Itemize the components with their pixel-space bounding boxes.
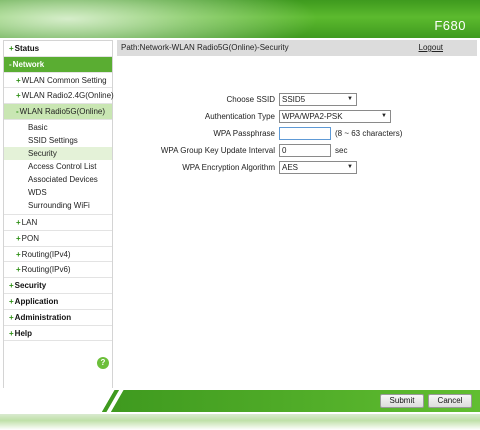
submenu-security[interactable]: Security xyxy=(4,146,112,160)
logout-link[interactable]: Logout xyxy=(419,40,443,56)
menu-help[interactable]: +Help xyxy=(4,326,112,342)
submenu-ssid-settings[interactable]: SSID Settings xyxy=(4,134,112,147)
submenu-access-control-list[interactable]: Access Control List xyxy=(4,160,112,173)
rekey-row: WPA Group Key Update Interval 0 sec xyxy=(117,143,477,159)
menu-security[interactable]: +Security xyxy=(4,278,112,294)
menu-label: WLAN Radio5G(Online) xyxy=(19,107,106,117)
menu-label: Application xyxy=(14,296,59,306)
menu-pon[interactable]: +PON xyxy=(4,231,112,247)
rekey-label: WPA Group Key Update Interval xyxy=(160,146,275,155)
content-panel: Path:Network-WLAN Radio5G(Online)-Securi… xyxy=(117,40,477,390)
menu-wlan-radio-5g[interactable]: -WLAN Radio5G(Online) xyxy=(4,104,112,120)
chevron-down-icon: ▼ xyxy=(347,164,353,170)
menu-label: Routing(IPv6) xyxy=(21,265,71,275)
passphrase-row: WPA Passphrase (8 ~ 63 characters) xyxy=(117,126,477,142)
menu-status[interactable]: +Status xyxy=(4,41,112,57)
menu-label: WLAN Radio2.4G(Online) xyxy=(21,91,114,101)
submenu-basic[interactable]: Basic xyxy=(4,121,112,134)
auth-value: WPA/WPA2-PSK xyxy=(282,112,343,121)
footer-bottom xyxy=(0,414,480,430)
expand-icon: + xyxy=(16,233,21,243)
ssid-label: Choose SSID xyxy=(226,95,275,104)
submenu-surrounding-wifi[interactable]: Surrounding WiFi xyxy=(4,199,112,212)
footer-stripe xyxy=(98,388,132,414)
menu-label: Security xyxy=(14,281,47,291)
menu-routing-ipv4[interactable]: +Routing(IPv4) xyxy=(4,247,112,263)
expand-icon: + xyxy=(16,217,21,227)
encryption-select[interactable]: AES ▼ xyxy=(279,161,357,174)
chevron-down-icon: ▼ xyxy=(381,113,387,119)
device-model: F680 xyxy=(434,18,466,33)
radio5g-submenu: Basic SSID Settings Security Access Cont… xyxy=(4,120,112,215)
passphrase-label: WPA Passphrase xyxy=(213,129,275,138)
expand-icon: + xyxy=(9,44,14,53)
rekey-interval-input[interactable]: 0 xyxy=(279,144,331,157)
footer-band xyxy=(115,390,480,412)
menu-label: Status xyxy=(14,44,40,53)
breadcrumb: Path:Network-WLAN Radio5G(Online)-Securi… xyxy=(117,40,477,56)
submenu-wds[interactable]: WDS xyxy=(4,186,112,199)
passphrase-input[interactable] xyxy=(279,127,331,140)
submit-button[interactable]: Submit xyxy=(380,394,424,408)
menu-label: Help xyxy=(14,328,33,338)
banner-swoosh xyxy=(0,0,320,38)
menu-administration[interactable]: +Administration xyxy=(4,310,112,326)
menu-label: LAN xyxy=(21,217,38,227)
encryption-label: WPA Encryption Algorithm xyxy=(182,163,275,172)
rekey-unit: sec xyxy=(335,146,348,155)
expand-icon: + xyxy=(16,265,21,275)
ssid-select[interactable]: SSID5 ▼ xyxy=(279,93,357,106)
expand-icon: + xyxy=(9,328,14,338)
expand-icon: + xyxy=(9,312,14,322)
menu-label: Administration xyxy=(14,312,72,322)
expand-icon: + xyxy=(16,249,21,259)
breadcrumb-path: Path:Network-WLAN Radio5G(Online)-Securi… xyxy=(121,43,289,52)
ssid-row: Choose SSID SSID5 ▼ xyxy=(117,92,477,108)
ssid-value: SSID5 xyxy=(282,95,306,104)
menu-application[interactable]: +Application xyxy=(4,294,112,310)
help-icon[interactable]: ? xyxy=(97,357,109,369)
sidebar-menu: +Status -Network +WLAN Common Setting +W… xyxy=(3,40,114,390)
expand-icon: + xyxy=(9,296,14,306)
menu-label: PON xyxy=(21,233,40,243)
menu-network[interactable]: -Network xyxy=(4,56,112,73)
auth-label: Authentication Type xyxy=(204,112,275,121)
collapse-icon: - xyxy=(9,59,12,69)
menu-wlan-common-setting[interactable]: +WLAN Common Setting xyxy=(4,73,112,89)
menu-routing-ipv6[interactable]: +Routing(IPv6) xyxy=(4,262,112,279)
expand-icon: + xyxy=(9,281,14,291)
top-banner: F680 xyxy=(0,0,480,38)
menu-label: WLAN Common Setting xyxy=(21,75,107,85)
rekey-value: 0 xyxy=(282,146,287,155)
passphrase-hint: (8 ~ 63 characters) xyxy=(335,129,403,138)
menu-wlan-radio-2-4g[interactable]: +WLAN Radio2.4G(Online) xyxy=(4,88,114,105)
menu-label: Routing(IPv4) xyxy=(21,249,71,259)
encryption-value: AES xyxy=(282,163,299,172)
submenu-associated-devices[interactable]: Associated Devices xyxy=(4,173,112,186)
footer-bar: Submit Cancel xyxy=(0,388,480,430)
security-form: Choose SSID SSID5 ▼ Authentication Type … xyxy=(117,92,477,177)
expand-icon: + xyxy=(16,91,21,101)
chevron-down-icon: ▼ xyxy=(347,96,353,102)
cancel-button[interactable]: Cancel xyxy=(428,394,472,408)
collapse-icon: - xyxy=(16,107,19,117)
expand-icon: + xyxy=(16,75,21,85)
auth-type-select[interactable]: WPA/WPA2-PSK ▼ xyxy=(279,110,391,123)
menu-lan[interactable]: +LAN xyxy=(4,215,112,231)
auth-row: Authentication Type WPA/WPA2-PSK ▼ xyxy=(117,109,477,125)
menu-label: Network xyxy=(12,59,45,69)
encryption-row: WPA Encryption Algorithm AES ▼ xyxy=(117,160,477,176)
